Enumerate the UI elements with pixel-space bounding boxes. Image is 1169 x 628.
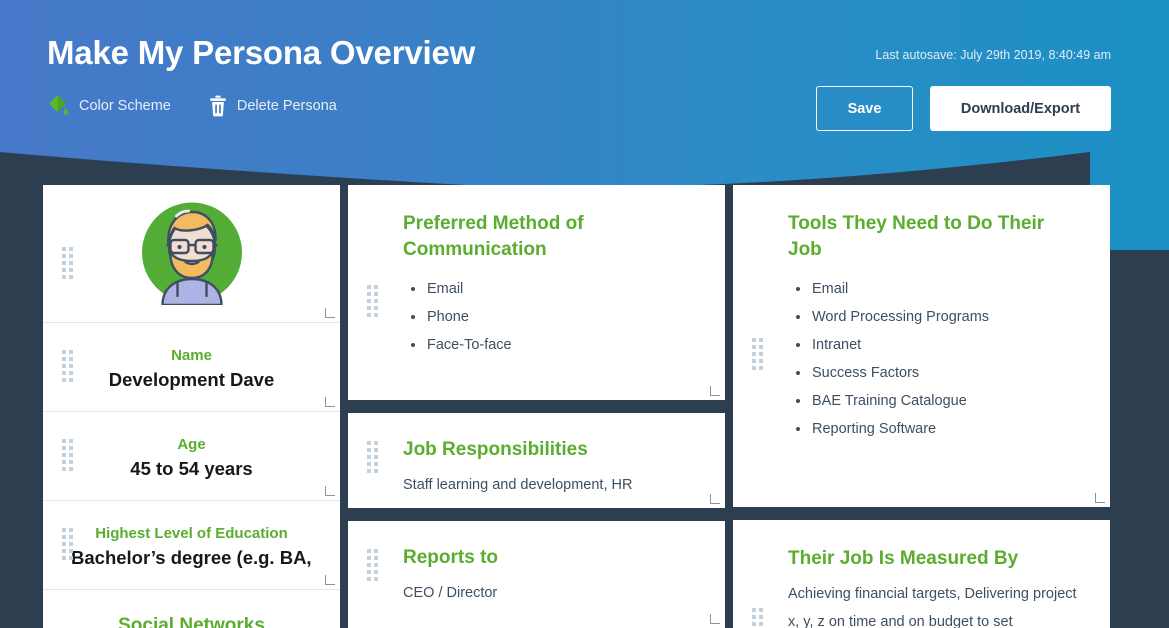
resize-handle[interactable] (710, 386, 720, 396)
card-title: Reports to (403, 547, 498, 568)
field-value: Bachelor’s degree (e.g. BA, B (71, 547, 312, 568)
drag-handle[interactable] (62, 247, 73, 279)
card-tools-needed[interactable]: Tools They Need to Do Their Job Email Wo… (733, 185, 1110, 507)
social-networks-title: Social Networks (118, 615, 265, 628)
card-title: Their Job Is Measured By (788, 548, 1019, 569)
drag-handle[interactable] (62, 350, 73, 382)
drag-handle[interactable] (367, 285, 378, 317)
card-title: Tools They Need to Do Their Job (788, 213, 1045, 260)
resize-handle[interactable] (325, 575, 335, 585)
resize-handle[interactable] (1095, 493, 1105, 503)
resize-handle[interactable] (325, 486, 335, 496)
card-bullet-list: Email Phone Face-To-face (403, 275, 697, 359)
resize-handle[interactable] (710, 494, 720, 504)
middle-column: Preferred Method of Communication Email … (348, 185, 725, 628)
card-body: Achieving financial targets, Delivering … (788, 586, 1077, 628)
social-networks-section[interactable]: Social Networks (43, 590, 340, 628)
card-title: Preferred Method of Communication (403, 213, 584, 260)
list-item: BAE Training Catalogue (788, 387, 1082, 415)
field-label: Highest Level of Education (95, 525, 288, 542)
avatar (139, 200, 244, 307)
drag-handle[interactable] (367, 441, 378, 473)
field-value: 45 to 54 years (130, 458, 253, 479)
field-label: Age (177, 436, 206, 453)
field-section-education[interactable]: Highest Level of Education Bachelor’s de… (43, 501, 340, 590)
card-title: Job Responsibilities (403, 439, 588, 460)
list-item: Success Factors (788, 359, 1082, 387)
list-item: Reporting Software (788, 415, 1082, 443)
card-body: CEO / Director (403, 585, 498, 601)
persona-board: Name Development Dave Age 45 to 54 years (0, 0, 1169, 628)
avatar-section[interactable] (43, 185, 340, 323)
drag-handle[interactable] (367, 549, 378, 581)
card-reports-to[interactable]: Reports to CEO / Director (348, 521, 725, 628)
persona-column: Name Development Dave Age 45 to 54 years (43, 185, 340, 628)
card-job-measured-by[interactable]: Their Job Is Measured By Achieving finan… (733, 520, 1110, 628)
field-label: Name (171, 347, 212, 364)
card-job-responsibilities[interactable]: Job Responsibilities Staff learning and … (348, 413, 725, 508)
list-item: Word Processing Programs (788, 303, 1082, 331)
drag-handle[interactable] (62, 528, 73, 560)
field-value: Development Dave (108, 369, 275, 390)
list-item: Email (403, 275, 697, 303)
resize-handle[interactable] (325, 397, 335, 407)
list-item: Email (788, 275, 1082, 303)
list-item: Face-To-face (403, 331, 697, 359)
drag-handle[interactable] (62, 439, 73, 471)
resize-handle[interactable] (710, 614, 720, 624)
card-bullet-list: Email Word Processing Programs Intranet … (788, 275, 1082, 443)
field-section-name[interactable]: Name Development Dave (43, 323, 340, 412)
resize-handle[interactable] (325, 308, 335, 318)
card-body: Staff learning and development, HR (403, 477, 633, 493)
card-preferred-communication[interactable]: Preferred Method of Communication Email … (348, 185, 725, 400)
list-item: Phone (403, 303, 697, 331)
right-column: Tools They Need to Do Their Job Email Wo… (733, 185, 1110, 628)
drag-handle[interactable] (752, 608, 763, 628)
drag-handle[interactable] (752, 338, 763, 370)
field-section-age[interactable]: Age 45 to 54 years (43, 412, 340, 501)
list-item: Intranet (788, 331, 1082, 359)
persona-card: Name Development Dave Age 45 to 54 years (43, 185, 340, 628)
persona-overview-app: Make My Persona Overview Color Scheme De… (0, 0, 1169, 628)
